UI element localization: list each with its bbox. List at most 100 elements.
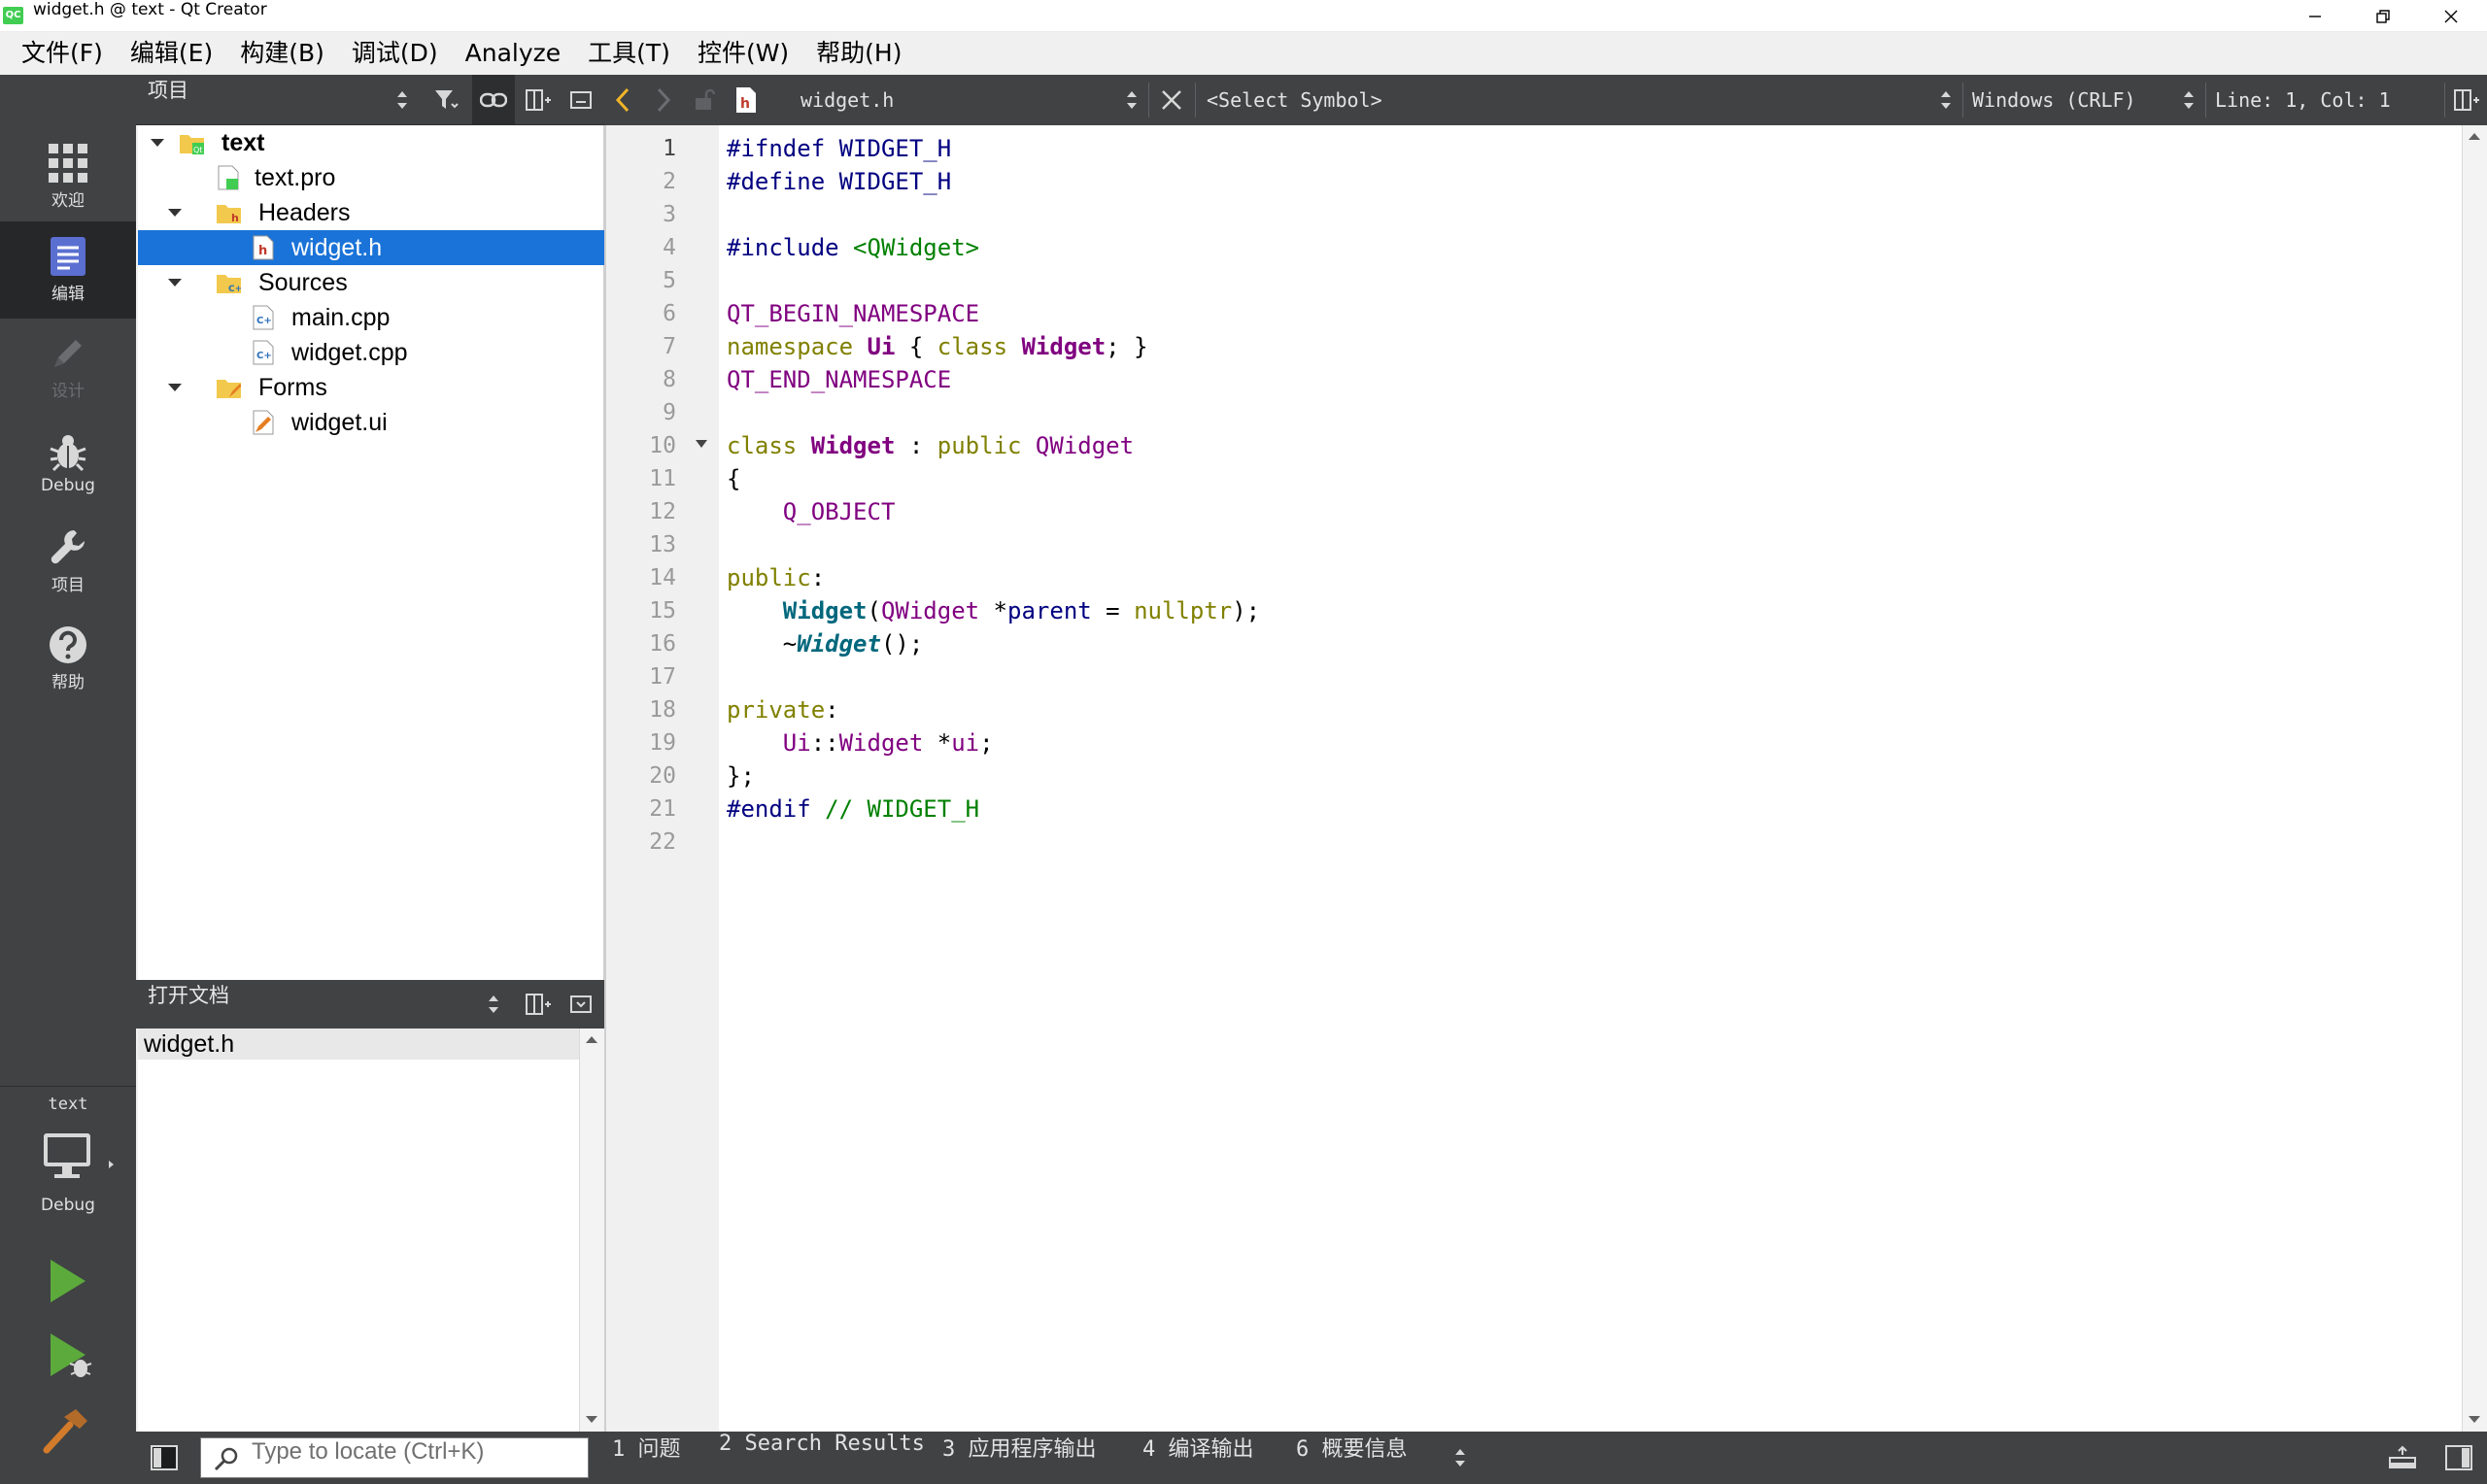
open-documents-scrollbar[interactable] — [579, 1029, 604, 1432]
close-icon — [2444, 10, 2458, 22]
tree-item-project-root[interactable]: Qt text — [138, 125, 604, 160]
menu-debug[interactable]: 调试(D) — [338, 32, 452, 75]
open-documents-view-selector[interactable] — [472, 980, 515, 1029]
go-back-button[interactable] — [614, 87, 631, 113]
close-document-button[interactable] — [1160, 88, 1183, 112]
cursor-position[interactable]: Line: 1, Col: 1 — [2215, 75, 2391, 125]
line-number: 3 — [663, 202, 676, 227]
updown-arrows-icon — [489, 995, 498, 1013]
debug-run-button[interactable] — [47, 1332, 93, 1380]
tree-item-headers[interactable]: h Headers — [138, 195, 604, 230]
open-documents-title: 打开文档 — [148, 984, 229, 1007]
output-tab-search-results[interactable]: 2 Search Results — [719, 1432, 925, 1484]
menu-build[interactable]: 构建(B) — [226, 32, 338, 75]
filter-button[interactable] — [426, 75, 468, 125]
expanded-arrow-icon — [168, 384, 182, 391]
menu-file[interactable]: 文件(F) — [8, 32, 117, 75]
toggle-right-sidebar-button[interactable] — [2444, 1443, 2473, 1472]
restore-button[interactable] — [2349, 0, 2417, 32]
tree-item-widget-ui[interactable]: widget.ui — [138, 405, 604, 440]
mode-edit-label: 编辑 — [51, 284, 85, 304]
menu-tools[interactable]: 工具(T) — [574, 32, 684, 75]
code-line-10: class Widget : public QWidget — [727, 432, 1135, 459]
updown-arrows-icon[interactable] — [1453, 1446, 1467, 1469]
mode-design[interactable]: 设计 — [0, 319, 136, 416]
help-icon — [50, 625, 86, 663]
open-document-item[interactable]: widget.h — [138, 1029, 579, 1060]
tree-item-pro-file[interactable]: text.pro — [138, 160, 604, 195]
line-number: 8 — [663, 367, 676, 392]
unlock-icon — [696, 88, 715, 110]
code-line-6: QT_BEGIN_NAMESPACE — [727, 300, 980, 327]
line-number: 14 — [649, 565, 676, 590]
title-bar: QC widget.h @ text - Qt Creator — [0, 0, 2487, 32]
build-button[interactable] — [43, 1407, 89, 1454]
go-forward-button[interactable] — [655, 87, 672, 113]
toggle-sidebar-button[interactable] — [150, 1443, 179, 1472]
line-number: 13 — [649, 532, 676, 557]
project-tree: Qt text text.pro h Headers h widget.h C+… — [138, 125, 604, 980]
current-file-combo[interactable]: widget.h — [801, 75, 894, 125]
minimize-button[interactable] — [2281, 0, 2349, 32]
code-line-8: QT_END_NAMESPACE — [727, 366, 952, 393]
line-number: 7 — [663, 334, 676, 359]
tree-item-widget-cpp[interactable]: C+ widget.cpp — [138, 335, 604, 370]
mode-debug[interactable]: Debug — [0, 416, 136, 513]
split-add-icon — [2454, 89, 2479, 111]
locator-input[interactable]: Type to locate (Ctrl+K) — [200, 1437, 589, 1478]
search-icon — [214, 1447, 238, 1471]
output-tab-general-messages[interactable]: 6 概要信息 — [1296, 1432, 1408, 1484]
svg-text:C+: C+ — [228, 285, 241, 294]
fold-marker-icon[interactable] — [694, 438, 709, 450]
line-number: 10 — [649, 433, 676, 458]
mode-help[interactable]: 帮助 — [0, 610, 136, 707]
code-line-7: namespace Ui { class Widget; } — [727, 333, 1148, 360]
code-editor[interactable]: #ifndef WIDGET_H #define WIDGET_H #inclu… — [719, 125, 2462, 1432]
tree-item-label: main.cpp — [291, 304, 391, 331]
menu-widgets[interactable]: 控件(W) — [684, 32, 802, 75]
open-documents-split-button[interactable] — [517, 980, 560, 1029]
code-line-2: #define WIDGET_H — [727, 168, 952, 195]
close-window-button[interactable] — [2417, 0, 2485, 32]
svg-text:C+: C+ — [256, 316, 272, 326]
projects-view-selector[interactable] — [381, 75, 424, 125]
updown-arrows-icon — [397, 91, 407, 109]
tree-item-sources[interactable]: C+ Sources — [138, 265, 604, 300]
cpp-file-icon: C+ — [253, 305, 274, 330]
menu-analyze[interactable]: Analyze — [452, 32, 575, 75]
open-documents-list: widget.h — [138, 1029, 579, 1432]
window-title: widget.h @ text - Qt Creator — [33, 0, 267, 19]
line-number: 20 — [649, 763, 676, 789]
line-number-gutter: 1 2 3 4 5 6 7 8 9 10 11 12 13 14 15 16 1… — [604, 125, 719, 1432]
output-tab-issues[interactable]: 1 问题 — [612, 1432, 681, 1484]
qt-project-folder-icon: Qt — [180, 135, 204, 154]
run-button[interactable] — [47, 1258, 89, 1304]
kit-selector[interactable] — [43, 1131, 120, 1186]
open-documents-close-button[interactable] — [560, 980, 602, 1029]
toggle-output-pane-button[interactable] — [2388, 1445, 2417, 1470]
code-line-4: #include <QWidget> — [727, 234, 980, 261]
mode-edit[interactable]: 编辑 — [0, 221, 136, 319]
editor-scrollbar[interactable] — [2462, 125, 2487, 1432]
output-tab-application-output[interactable]: 3 应用程序输出 — [942, 1432, 1097, 1484]
tree-item-main-cpp[interactable]: C+ main.cpp — [138, 300, 604, 335]
sync-link-button[interactable] — [472, 75, 515, 125]
symbol-selector[interactable]: <Select Symbol> — [1207, 75, 1382, 125]
split-panel-button[interactable] — [517, 75, 560, 125]
tree-item-label: widget.h — [291, 234, 383, 261]
ui-form-file-icon — [253, 410, 274, 435]
tree-item-label: Headers — [258, 199, 351, 226]
close-panel-button[interactable] — [560, 75, 602, 125]
panel-close-icon — [570, 91, 592, 109]
tree-item-widget-h[interactable]: h widget.h — [138, 230, 604, 265]
tree-item-forms[interactable]: Forms — [138, 370, 604, 405]
line-ending-selector[interactable]: Windows (CRLF) — [1972, 75, 2136, 125]
split-editor-button[interactable] — [2454, 88, 2481, 112]
qt-creator-logo-icon: QC — [3, 7, 23, 24]
menu-help[interactable]: 帮助(H) — [802, 32, 915, 75]
mode-projects-label: 项目 — [51, 575, 85, 595]
output-tab-compile-output[interactable]: 4 编译输出 — [1142, 1432, 1254, 1484]
mode-welcome[interactable]: 欢迎 — [0, 128, 136, 225]
mode-projects[interactable]: 项目 — [0, 513, 136, 610]
menu-edit[interactable]: 编辑(E) — [117, 32, 226, 75]
